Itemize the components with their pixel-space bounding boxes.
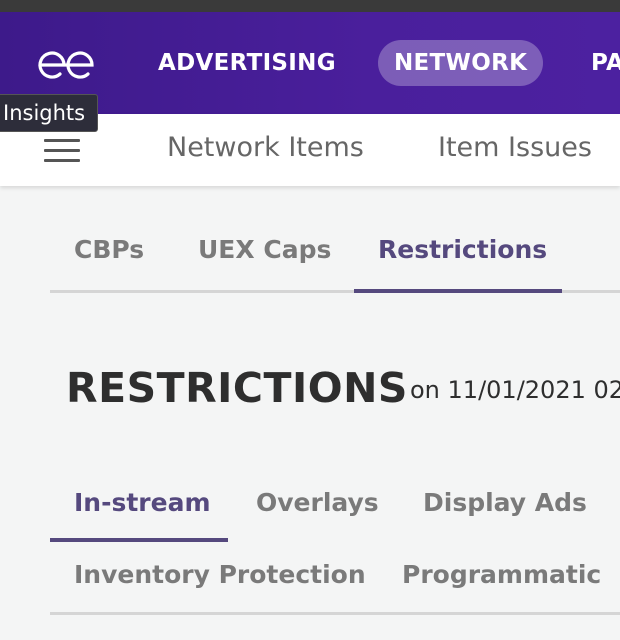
ee-logo-icon[interactable]	[36, 48, 96, 82]
tab-restrictions[interactable]: Restrictions	[378, 235, 547, 264]
tab-programmatic[interactable]: Programmatic	[402, 560, 601, 589]
tab-in-stream[interactable]: In-stream	[74, 488, 211, 517]
restriction-type-tabs: In-stream Overlays Display Ads Inventory…	[50, 478, 620, 615]
section-tabs: CBPs UEX Caps Restrictions	[50, 225, 620, 293]
nav-item-partial[interactable]: PA	[591, 40, 620, 86]
tab-inventory-protection[interactable]: Inventory Protection	[74, 560, 366, 589]
tab-overlays[interactable]: Overlays	[256, 488, 379, 517]
tabs-divider	[50, 612, 620, 615]
hamburger-icon[interactable]	[44, 139, 80, 165]
tooltip-insights: Insights	[0, 94, 99, 132]
page-date: on 11/01/2021 02	[410, 376, 620, 404]
nav-item-advertising[interactable]: ADVERTISING	[158, 40, 336, 86]
active-tab-underline	[50, 538, 228, 542]
nav-item-network[interactable]: NETWORK	[378, 40, 544, 86]
subnav-item-network-items[interactable]: Network Items	[167, 132, 364, 163]
active-tab-underline	[354, 289, 562, 293]
tab-display-ads[interactable]: Display Ads	[423, 488, 587, 517]
tab-uex-caps[interactable]: UEX Caps	[198, 235, 331, 264]
page-title: RESTRICTIONS	[66, 364, 408, 412]
subnav-item-item-issues[interactable]: Item Issues	[438, 132, 592, 163]
browser-chrome-strip	[0, 0, 620, 12]
tab-cbps[interactable]: CBPs	[74, 235, 144, 264]
